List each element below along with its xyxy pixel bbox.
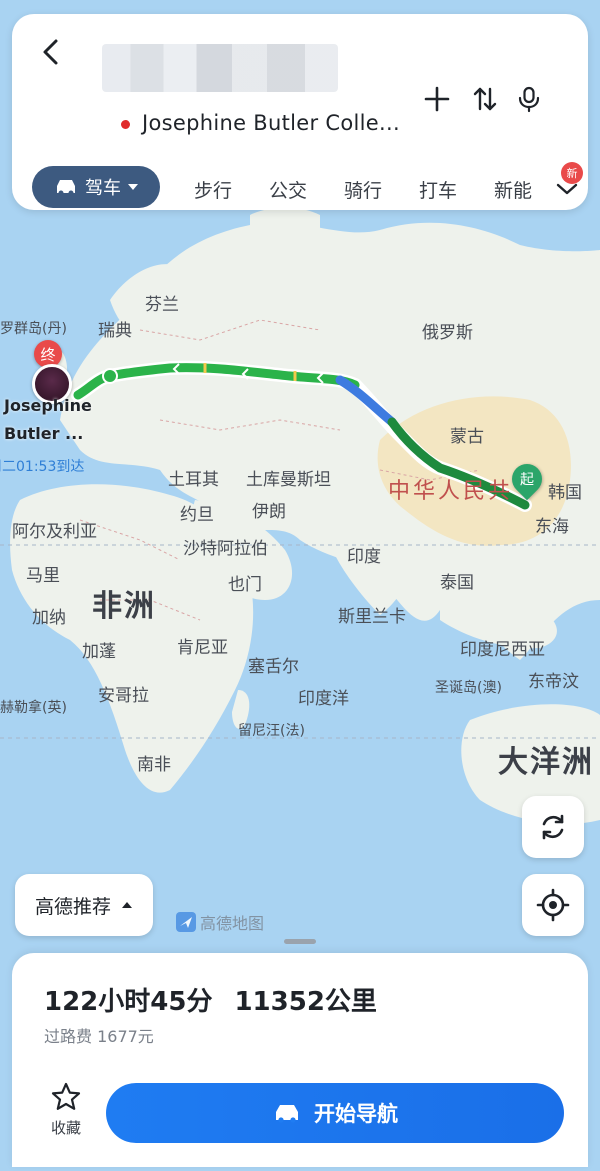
- route-distance: 11352公里: [234, 987, 377, 1017]
- destination-dot-icon: [121, 120, 130, 129]
- route-duration: 122小时45分: [44, 987, 213, 1017]
- map-label: 芬兰: [145, 295, 179, 315]
- map-label: 大洋洲: [498, 745, 594, 780]
- tab-bike[interactable]: 骑行: [344, 176, 382, 203]
- swap-icon: [473, 87, 497, 111]
- route-preference-button[interactable]: 高德推荐: [15, 874, 153, 936]
- map-label: 东海: [535, 517, 569, 537]
- destination-name-line1: Josephine: [4, 396, 92, 415]
- caret-up-icon: [122, 902, 132, 908]
- swap-route-button[interactable]: [468, 82, 502, 116]
- destination-name-line2: Butler ...: [4, 424, 84, 443]
- car-icon: [57, 180, 75, 196]
- map-label: 也门: [228, 575, 262, 595]
- car-icon: [276, 1105, 298, 1123]
- refresh-route-button[interactable]: [522, 796, 584, 858]
- map-label: 泰国: [440, 573, 474, 593]
- map-label: 印度尼西亚: [460, 640, 545, 660]
- locate-button[interactable]: [522, 874, 584, 936]
- route-summary-card: 122小时45分 11352公里 过路费 1677元 收藏 开始导航: [12, 953, 588, 1167]
- route-search-card: Josephine Butler Colle... 驾车 步行 公交 骑行 打车…: [12, 14, 588, 210]
- chevron-down-icon: [128, 184, 138, 190]
- chevron-down-icon: [556, 183, 578, 195]
- waypoint-dot: [102, 368, 118, 384]
- map-label: 罗群岛(丹): [0, 321, 67, 337]
- destination-field[interactable]: Josephine Butler Colle...: [142, 111, 400, 135]
- add-waypoint-button[interactable]: [420, 82, 454, 116]
- sheet-drag-handle[interactable]: [284, 939, 316, 944]
- map-label: 安哥拉: [98, 686, 149, 706]
- map-label: 约旦: [180, 505, 214, 525]
- favorite-button[interactable]: 收藏: [42, 1081, 90, 1138]
- map-label: 东帝汶: [528, 672, 579, 692]
- end-marker-label: 终: [40, 345, 56, 364]
- map-label: 土耳其: [168, 470, 219, 490]
- map-label: 土库曼斯坦: [246, 470, 331, 490]
- map-label: 伊朗: [252, 502, 286, 522]
- map-label: 中华人民共: [388, 479, 514, 504]
- refresh-icon: [542, 814, 564, 840]
- map-label: 赫勒拿(英): [0, 700, 67, 716]
- watermark-text: 高德地图: [200, 914, 265, 933]
- back-arrow-icon: [43, 39, 58, 65]
- voice-input-button[interactable]: [512, 82, 546, 116]
- map-label: 俄罗斯: [422, 323, 473, 343]
- map-label: 阿尔及利亚: [12, 522, 97, 542]
- favorite-label: 收藏: [50, 1119, 81, 1137]
- tab-transit[interactable]: 公交: [269, 176, 307, 203]
- map-label: 沙特阿拉伯: [183, 539, 268, 559]
- map-label: 加纳: [32, 608, 66, 628]
- amap-logo-icon: [176, 912, 196, 932]
- star-icon: [51, 1082, 81, 1110]
- tab-walk[interactable]: 步行: [194, 176, 232, 203]
- map-label: 非洲: [92, 589, 156, 624]
- microphone-icon: [518, 86, 540, 113]
- map-label: 瑞典: [98, 321, 132, 341]
- new-badge: 新: [561, 162, 583, 184]
- tab-drive-label: 驾车: [85, 178, 121, 199]
- back-button[interactable]: [34, 34, 70, 70]
- map-watermark: 高德地图: [176, 910, 264, 934]
- map-label: 南非: [137, 755, 171, 775]
- map-label: 肯尼亚: [177, 638, 228, 658]
- map-label: 马里: [26, 566, 60, 586]
- map-label: 圣诞岛(澳): [435, 680, 502, 696]
- map-label: 印度洋: [298, 689, 349, 709]
- start-navigation-label: 开始导航: [314, 1102, 398, 1126]
- plus-icon: [424, 86, 450, 112]
- map-label: 韩国: [548, 483, 582, 503]
- map-label: 蒙古: [450, 427, 484, 447]
- tab-taxi[interactable]: 打车: [419, 176, 457, 203]
- origin-field-blurred[interactable]: [102, 44, 338, 92]
- start-navigation-button[interactable]: 开始导航: [106, 1083, 564, 1143]
- route-summary: 122小时45分 11352公里: [44, 981, 377, 1018]
- route-preference-label: 高德推荐: [34, 895, 111, 918]
- eta-label: 周二01:53到达: [0, 459, 85, 475]
- tab-drive[interactable]: 驾车: [32, 166, 160, 208]
- crosshair-icon: [536, 888, 570, 922]
- travel-mode-tabs: 驾车 步行 公交 骑行 打车 新能 新: [12, 162, 588, 212]
- map-label: 加蓬: [82, 642, 116, 662]
- toll-fee: 过路费 1677元: [44, 1027, 154, 1046]
- tab-new-energy[interactable]: 新能: [494, 176, 534, 203]
- map-label: 塞舌尔: [248, 657, 299, 677]
- map-label: 斯里兰卡: [338, 607, 406, 627]
- map-label: 留尼汪(法): [238, 723, 305, 739]
- map-label: 印度: [347, 547, 381, 567]
- start-marker-label: 起: [520, 472, 534, 488]
